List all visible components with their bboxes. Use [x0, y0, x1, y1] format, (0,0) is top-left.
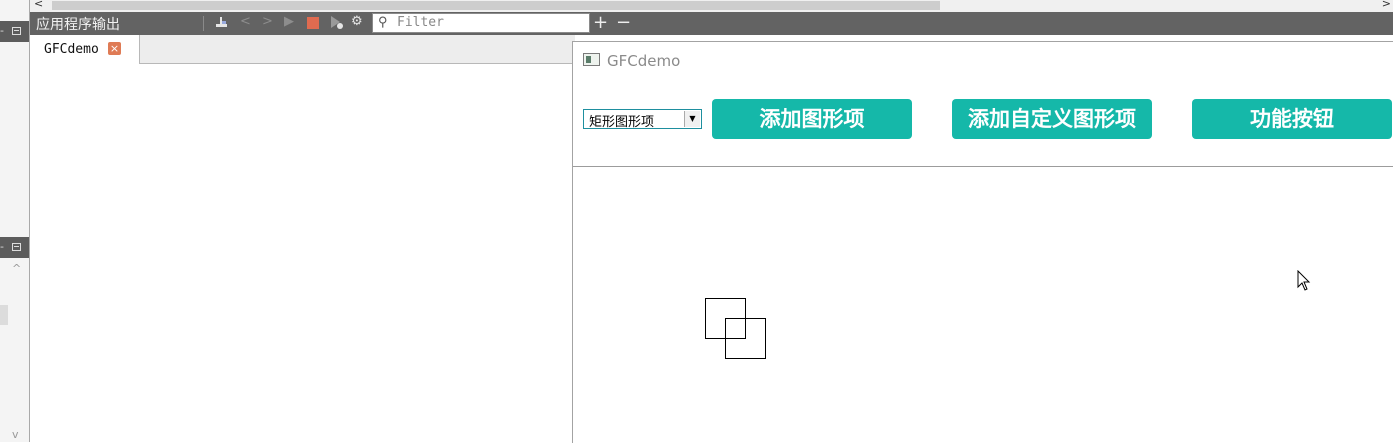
prev-icon[interactable]: < — [240, 14, 251, 29]
scroll-right-icon[interactable]: > — [1382, 0, 1391, 10]
window-titlebar[interactable]: GFCdemo — [573, 42, 1393, 78]
scroll-left-icon[interactable]: < — [34, 0, 43, 10]
add-custom-item-button[interactable]: 添加自定义图形项 — [952, 99, 1152, 139]
dock-panel-header: - — [0, 237, 29, 258]
chevron-up-icon[interactable]: ^ — [12, 262, 21, 275]
settings-icon[interactable]: ⚙ — [351, 14, 363, 29]
output-pane-toolbar: 应用程序输出 < > ▶ ⚙ ⚲ Filter + − — [30, 12, 1393, 35]
filter-input[interactable]: ⚲ Filter — [372, 13, 590, 33]
search-icon: ⚲ — [378, 15, 388, 30]
left-dock-panel: - - ^ v — [0, 0, 30, 442]
remove-icon[interactable]: − — [616, 12, 631, 33]
run-icon[interactable]: ▶ — [284, 14, 294, 29]
graphics-view[interactable] — [573, 167, 1393, 444]
dock-scroll-thumb[interactable] — [0, 305, 8, 325]
minimize-icon[interactable]: - — [0, 24, 4, 37]
tab-label: GFCdemo — [44, 42, 99, 57]
window-app-icon — [583, 53, 600, 66]
function-button[interactable]: 功能按钮 — [1192, 99, 1392, 139]
mouse-cursor-icon — [1297, 270, 1311, 291]
chevron-down-icon[interactable]: v — [12, 428, 19, 441]
output-tab-bar: GFCdemo × — [30, 35, 575, 64]
minimize-icon[interactable]: - — [0, 240, 4, 253]
scrollbar-thumb[interactable] — [52, 1, 940, 10]
next-icon[interactable]: > — [262, 14, 273, 29]
item-type-value: 矩形图形项 — [589, 115, 655, 130]
add-item-button[interactable]: 添加图形项 — [712, 99, 912, 139]
gfcdemo-window: GFCdemo 矩形图形项 ▼ 添加图形项 添加自定义图形项 功能按钮 — [572, 41, 1393, 443]
dock-menu-icon[interactable] — [12, 243, 21, 251]
toolbar-divider — [203, 16, 204, 31]
item-type-select[interactable]: 矩形图形项 ▼ — [583, 109, 702, 130]
filter-placeholder: Filter — [397, 15, 444, 30]
add-icon[interactable]: + — [593, 12, 608, 33]
output-pane-title: 应用程序输出 — [36, 17, 120, 33]
dock-panel-header: - — [0, 21, 29, 42]
dock-menu-icon[interactable] — [12, 27, 21, 35]
stop-icon[interactable] — [307, 17, 319, 29]
clear-icon[interactable] — [214, 14, 229, 34]
window-title: GFCdemo — [607, 52, 681, 70]
debug-run-icon[interactable] — [329, 14, 344, 34]
rect-graphics-item[interactable] — [725, 318, 766, 359]
dropdown-arrow-icon[interactable]: ▼ — [684, 111, 700, 127]
close-icon[interactable]: × — [108, 42, 121, 55]
tab-gfcdemo[interactable]: GFCdemo × — [30, 35, 140, 64]
